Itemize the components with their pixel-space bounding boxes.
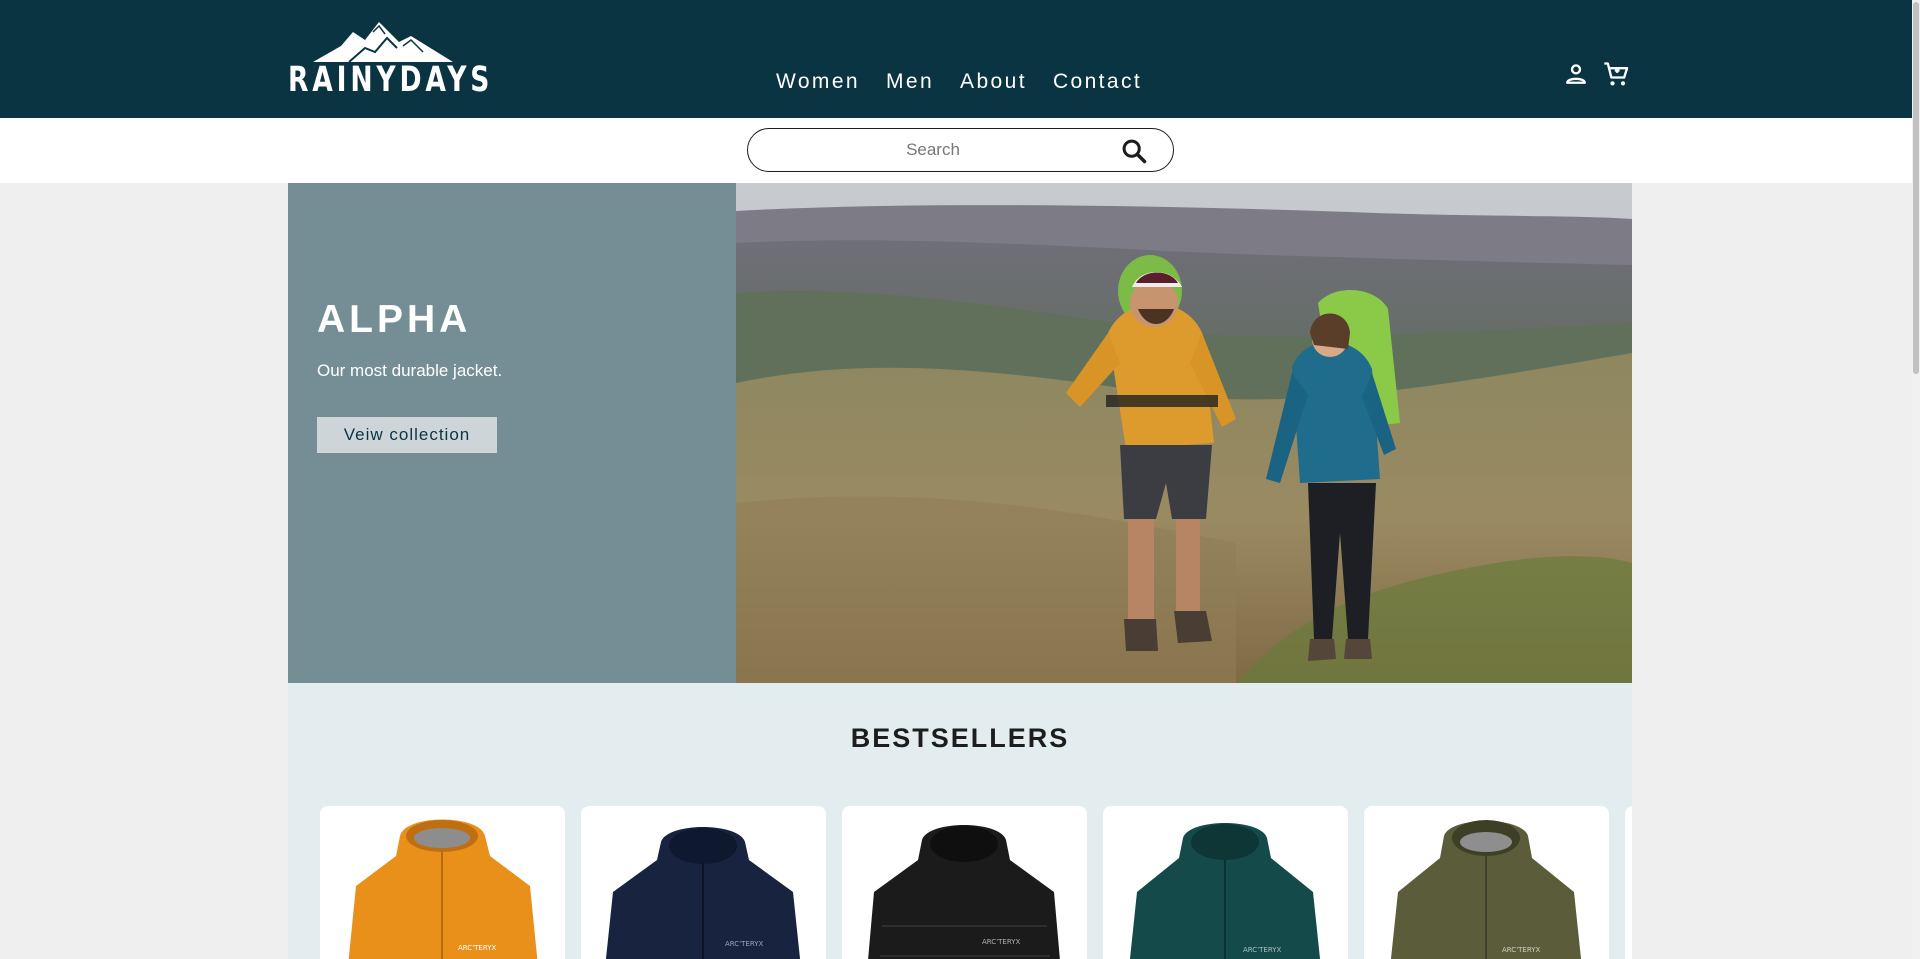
svg-text:ARC'TERYX: ARC'TERYX [982, 938, 1021, 946]
brand-logo[interactable]: RAINYDAYS [288, 22, 489, 100]
nav-item-contact[interactable]: Contact [1053, 70, 1142, 94]
search-input[interactable] [768, 137, 1098, 163]
cart-icon[interactable] [1602, 60, 1630, 88]
page-scrollbar[interactable] [1912, 0, 1920, 959]
svg-text:ARC'TERYX: ARC'TERYX [725, 940, 764, 948]
search-box [747, 128, 1174, 172]
account-icon[interactable] [1562, 60, 1590, 88]
product-image-jacket: ARC'TERYX [348, 819, 538, 959]
search-button[interactable] [1120, 137, 1148, 165]
svg-text:ARC'TERYX: ARC'TERYX [458, 944, 497, 952]
site-header: RAINYDAYS Women Men About Contact [0, 0, 1920, 118]
bestsellers-title: BESTSELLERS [850, 723, 1070, 753]
hero-text-panel: ALPHA Our most durable jacket. Veiw coll… [288, 183, 736, 683]
hero-subtitle: Our most durable jacket. [317, 361, 503, 380]
product-card-2[interactable]: ARC'TERYX [581, 806, 826, 959]
product-image-jacket: ARC'TERYX [1129, 823, 1321, 959]
search-strip [0, 118, 1920, 183]
product-card-1[interactable]: ARC'TERYX [320, 806, 565, 959]
view-collection-button[interactable]: Veiw collection [317, 417, 497, 453]
product-image-jacket: ARC'TERYX [605, 827, 801, 959]
main-nav: Women Men About Contact [776, 70, 1142, 94]
nav-item-women[interactable]: Women [776, 70, 860, 94]
product-card-3[interactable]: ARC'TERYX [842, 806, 1087, 959]
brand-name: RAINYDAYS [288, 60, 494, 100]
mountain-icon [313, 22, 453, 62]
product-card-5[interactable]: ARC'TERYX [1364, 806, 1609, 959]
hero-banner: ALPHA Our most durable jacket. Veiw coll… [288, 183, 1632, 683]
scrollbar-thumb[interactable] [1913, 2, 1919, 374]
hero-title: ALPHA [317, 298, 472, 341]
bestsellers-section: BESTSELLERS ARC'TERYX ARC'TERYX ARC'TERY… [288, 683, 1632, 959]
product-image-jacket: ARC'TERYX [868, 825, 1060, 959]
search-icon [1122, 139, 1147, 164]
svg-text:ARC'TERYX: ARC'TERYX [1243, 946, 1282, 954]
header-actions [1562, 60, 1630, 88]
nav-item-men[interactable]: Men [886, 70, 934, 94]
product-card-6[interactable] [1625, 806, 1632, 959]
product-image-jacket: ARC'TERYX [1390, 820, 1582, 959]
hero-photo-hikers [736, 183, 1632, 683]
svg-text:ARC'TERYX: ARC'TERYX [1502, 946, 1541, 954]
product-card-4[interactable]: ARC'TERYX [1103, 806, 1348, 959]
product-carousel: ARC'TERYX ARC'TERYX ARC'TERYX ARC'TERYX … [320, 806, 1632, 959]
nav-item-about[interactable]: About [960, 70, 1027, 94]
